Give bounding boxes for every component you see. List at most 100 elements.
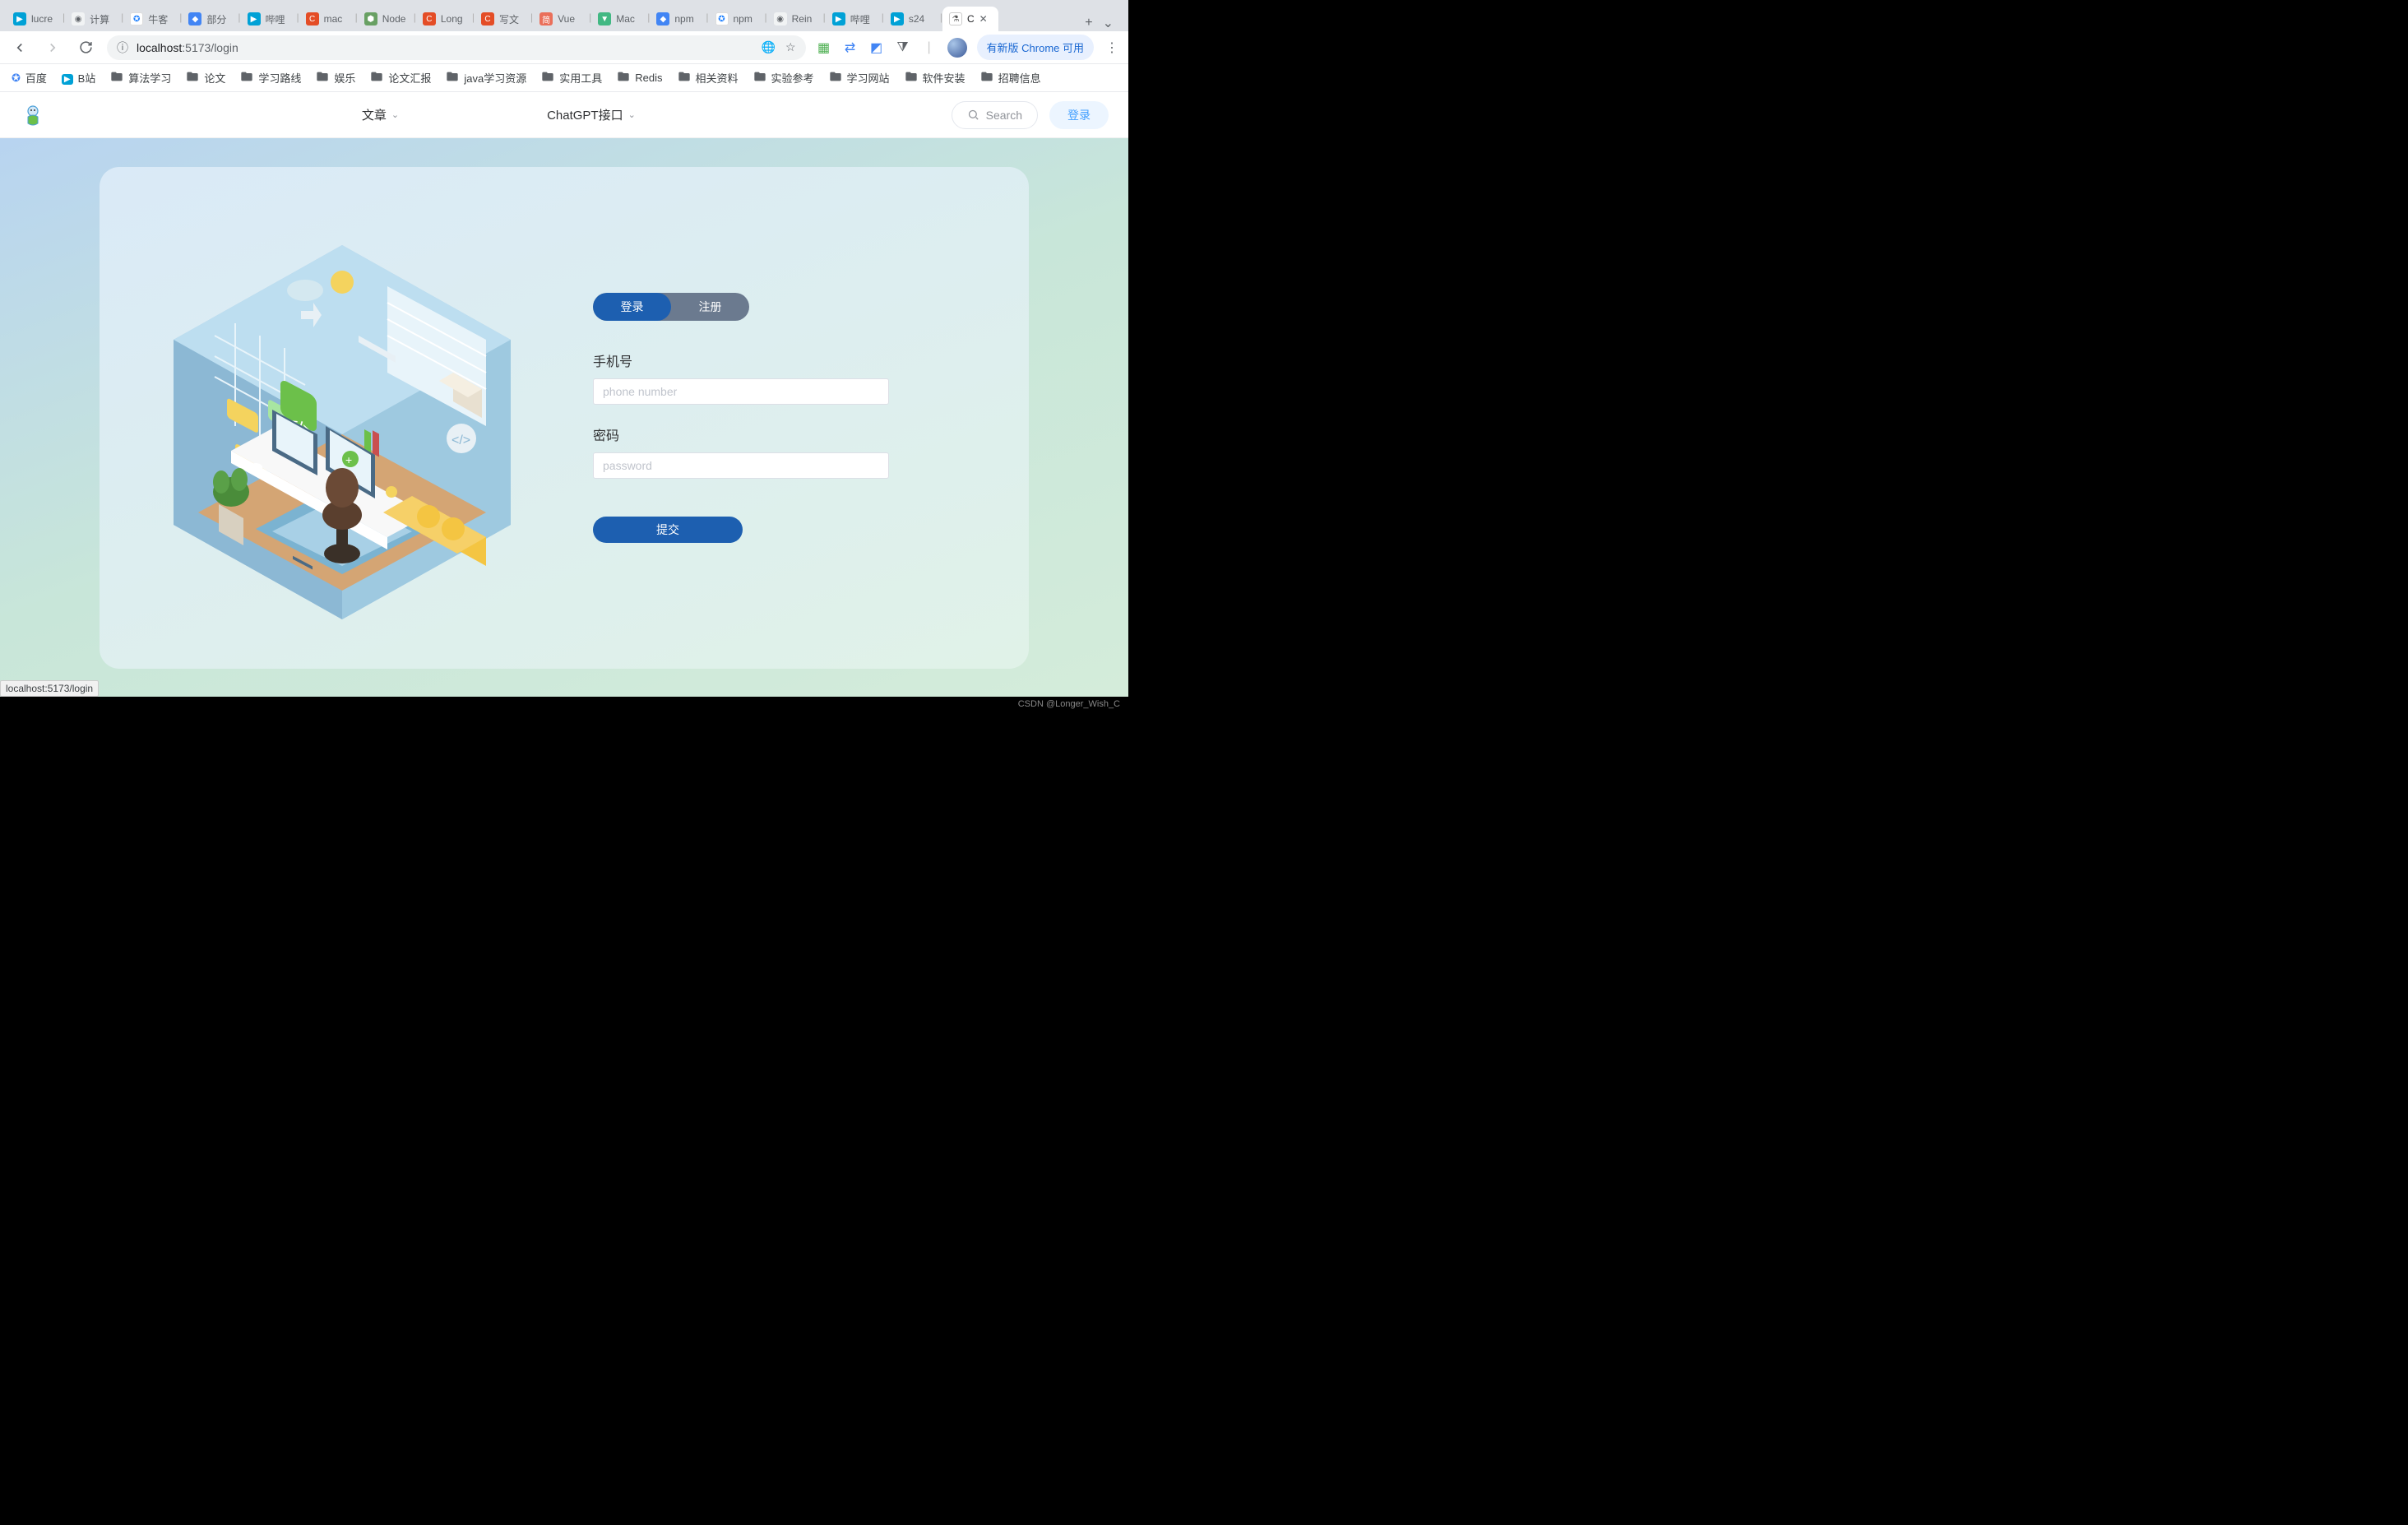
bookmark-item[interactable]: 学习网站 [829, 70, 890, 86]
tab-favicon-icon: ⬢ [364, 12, 377, 25]
fold-icon [678, 70, 691, 86]
tab-favicon-icon: ◉ [72, 12, 85, 25]
bookmark-label: B站 [78, 70, 96, 86]
app-logo[interactable] [20, 102, 46, 128]
tab-favicon-icon: ▶ [248, 12, 261, 25]
bookmark-star-icon[interactable]: ☆ [785, 40, 796, 54]
fold-icon [541, 70, 554, 86]
tab-favicon-icon: ▶ [891, 12, 904, 25]
tab-favicon-icon: C [423, 12, 436, 25]
browser-tab[interactable]: ◉计算 [65, 7, 121, 31]
tab-label: Long [441, 13, 463, 25]
extension-2-icon[interactable]: ⇄ [842, 39, 859, 56]
fold-icon [446, 70, 459, 86]
browser-tab[interactable]: ◉Rein [767, 7, 823, 31]
chrome-update-button[interactable]: 有新版 Chrome 可用 [977, 35, 1094, 60]
bookmark-label: 百度 [25, 70, 47, 86]
bookmarks-bar: ✪ 百度 ▶B站算法学习 论文 学习路线娱乐 论文汇报 java学习资源实用工具 Redis 相… [0, 64, 1128, 92]
tab-login[interactable]: 登录 [593, 293, 671, 321]
bookmark-label: 相关资料 [696, 70, 739, 86]
browser-tab[interactable]: Cmac [299, 7, 355, 31]
extension-1-icon[interactable]: ▦ [816, 39, 832, 56]
bookmark-item[interactable]: 相关资料 [678, 70, 739, 86]
profile-avatar[interactable] [947, 38, 967, 58]
bookmark-label: 论文汇报 [388, 70, 431, 86]
bookmark-item[interactable]: 论文 [186, 70, 225, 86]
fold-icon [905, 70, 918, 86]
browser-tab[interactable]: ✪牛客 [123, 7, 179, 31]
search-button[interactable]: Search [952, 101, 1038, 129]
bookmark-item[interactable]: 实用工具 [541, 70, 602, 86]
browser-tab[interactable]: ▶ lucre [7, 7, 63, 31]
url-field[interactable]: ⓘ localhost:5173/login 🌐 ☆ [107, 35, 806, 60]
bookmark-item[interactable]: java学习资源 [446, 70, 526, 86]
tab-label: lucre [31, 13, 53, 25]
status-bar: localhost:5173/login [0, 680, 99, 697]
browser-tab[interactable]: C Long [416, 7, 472, 31]
translate-icon[interactable]: 🌐 [762, 40, 776, 54]
browser-tab[interactable]: ⚗C✕ [942, 7, 998, 31]
browser-tab[interactable]: ▼Mac [591, 7, 647, 31]
bookmark-label: Redis [635, 72, 662, 84]
bookmark-label: 论文 [204, 70, 225, 86]
browser-tab[interactable]: ✪npm [709, 7, 765, 31]
browser-tabstrip: ▶lucre|◉计算|✪牛客|◆部分|▶哔哩|Cmac|⬢Node|CLong|… [0, 0, 1128, 31]
browser-tab[interactable]: ▶s24 [884, 7, 940, 31]
bookmark-item[interactable]: 算法学习 [110, 70, 171, 86]
bookmark-item[interactable]: 实验参考 [753, 70, 814, 86]
bookmark-label: java学习资源 [464, 70, 526, 86]
extension-3-icon[interactable]: ◩ [868, 39, 885, 56]
reload-button[interactable] [74, 36, 97, 59]
bookmark-item[interactable]: 娱乐 [316, 70, 355, 86]
fold-icon [316, 70, 329, 86]
fold-icon [110, 70, 123, 86]
paw-icon: ✪ [12, 72, 21, 85]
browser-tab[interactable]: ⬢Node [358, 7, 414, 31]
bookmark-item[interactable]: 软件安装 [905, 70, 966, 86]
url-text: localhost:5173/login [137, 41, 238, 54]
bookmark-label: 实验参考 [771, 70, 814, 86]
submit-button[interactable]: 提交 [593, 517, 743, 543]
browser-tab[interactable]: C写文 [475, 7, 530, 31]
nav-articles[interactable]: 文章⌄ [362, 106, 399, 123]
tab-favicon-icon: ▼ [598, 12, 611, 25]
back-button[interactable] [8, 36, 31, 59]
phone-input[interactable] [593, 378, 889, 405]
fold-icon [753, 70, 766, 86]
tab-label: 部分 [206, 12, 226, 26]
bookmark-item[interactable]: ✪ 百度 [12, 70, 47, 86]
extensions-puzzle-icon[interactable]: ⧩ [895, 40, 911, 55]
bookmark-item[interactable]: ▶B站 [62, 70, 95, 86]
tab-label: Rein [792, 13, 813, 25]
nav-chatgpt[interactable]: ChatGPT接口⌄ [547, 106, 636, 123]
browser-tab[interactable]: ◆部分 [182, 7, 238, 31]
browser-tab[interactable]: ◆npm [650, 7, 706, 31]
login-form: 登录 注册 手机号 密码 提交 [593, 293, 971, 543]
bookmark-item[interactable]: 学习路线 [240, 70, 301, 86]
bookmark-label: 学习路线 [258, 70, 301, 86]
browser-tab[interactable]: ▶哔哩 [241, 7, 297, 31]
close-tab-icon[interactable]: ✕ [979, 13, 988, 25]
svg-text:+: + [345, 453, 352, 466]
tab-register[interactable]: 注册 [671, 293, 749, 321]
tab-favicon-icon: ⚗ [949, 12, 962, 25]
browser-tab[interactable]: 简Vue [533, 7, 589, 31]
chevron-down-icon: ⌄ [628, 109, 636, 120]
password-input[interactable] [593, 452, 889, 479]
tab-favicon-icon: ▶ [13, 12, 26, 25]
browser-tab[interactable]: ▶哔哩 [826, 7, 882, 31]
bookmark-item[interactable]: 论文汇报 [370, 70, 431, 86]
new-tab-button[interactable]: + [1085, 16, 1092, 30]
site-info-icon[interactable]: ⓘ [117, 39, 128, 56]
watermark: CSDN @Longer_Wish_C [1018, 699, 1120, 709]
chrome-menu-icon[interactable]: ⋮ [1104, 39, 1120, 56]
bookmark-item[interactable]: Redis [617, 70, 662, 86]
bookmark-label: 软件安装 [923, 70, 966, 86]
forward-button[interactable] [41, 36, 64, 59]
tabs-menu-button[interactable]: ⌄ [1103, 15, 1114, 31]
header-login-button[interactable]: 登录 [1049, 101, 1109, 129]
address-bar: ⓘ localhost:5173/login 🌐 ☆ ▦ ⇄ ◩ ⧩ | 有新版… [0, 31, 1128, 64]
fold-icon [829, 70, 842, 86]
search-label: Search [986, 109, 1022, 122]
bookmark-item[interactable]: 招聘信息 [980, 70, 1041, 86]
